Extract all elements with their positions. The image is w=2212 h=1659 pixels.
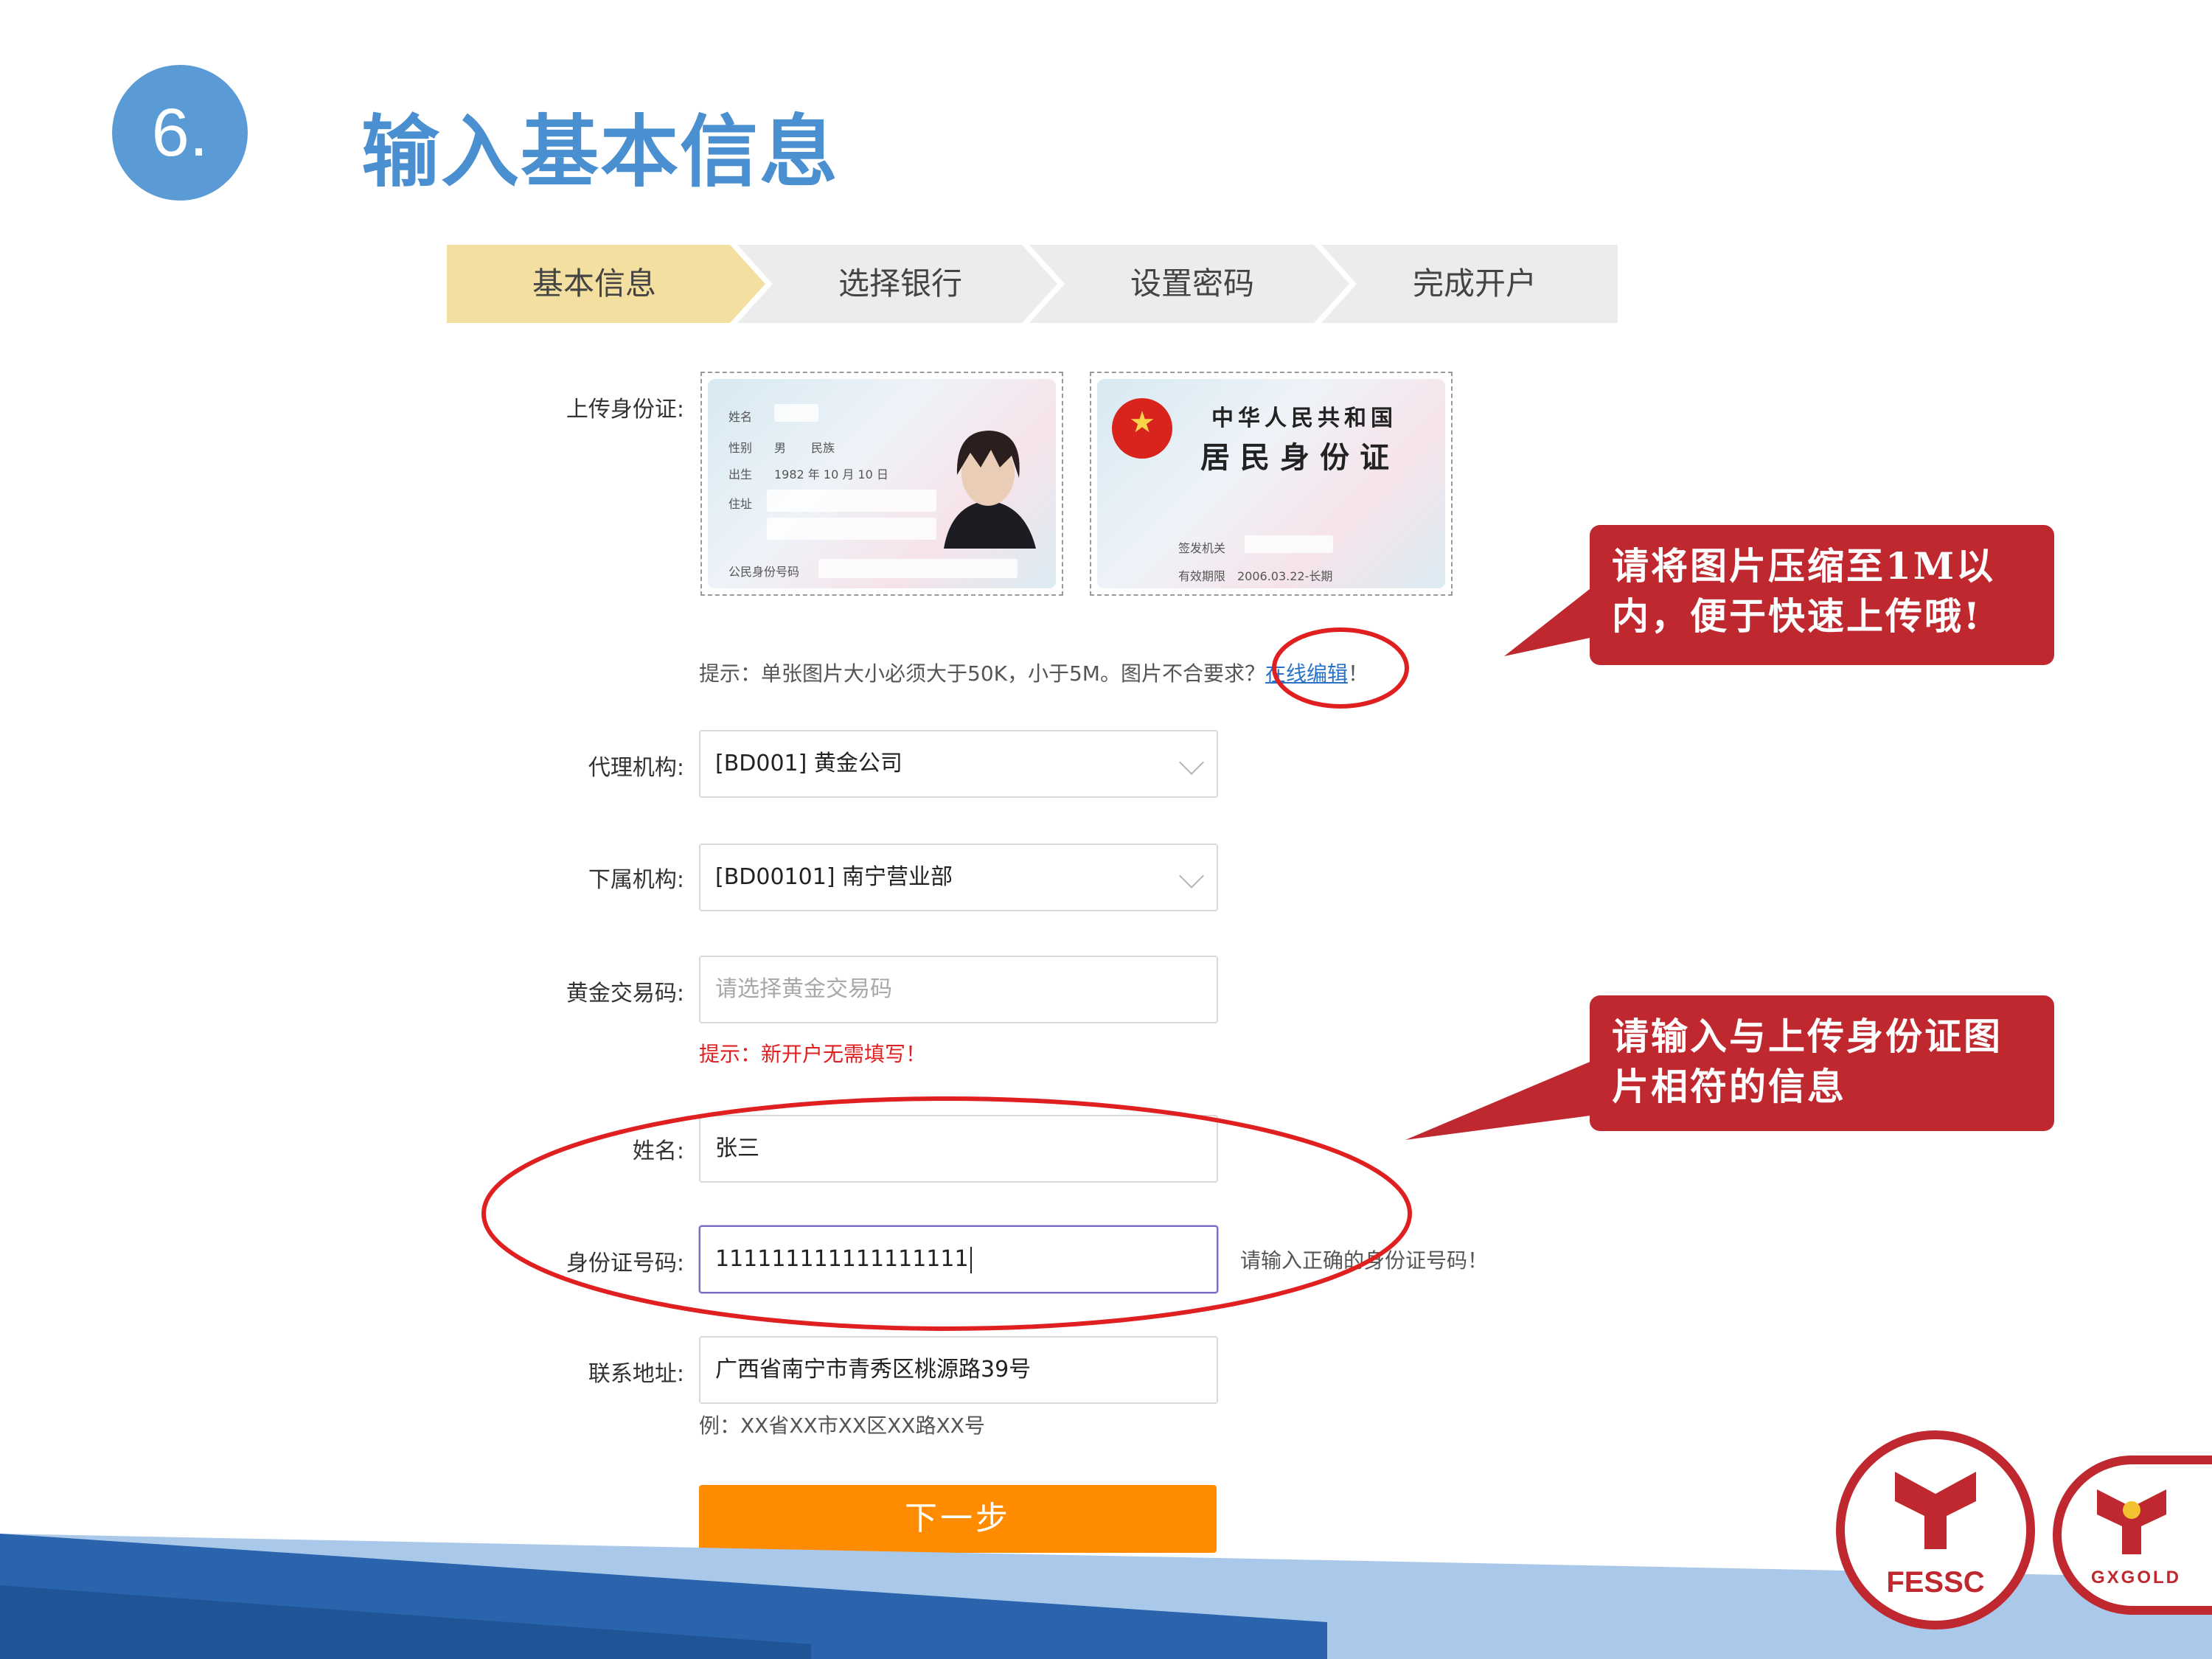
fessc-logo: FESSC <box>1836 1430 2035 1630</box>
fessc-logo-text: FESSC <box>1886 1566 1985 1599</box>
gxgold-logo: GXGOLD <box>2053 1455 2212 1615</box>
upload-size-callout: 请将图片压缩至1M以内，便于快速上传哦! <box>1590 525 2054 665</box>
fessc-mark-icon <box>1895 1472 1976 1549</box>
matching-info-callout: 请输入与上传身份证图片相符的信息 <box>1590 995 2054 1131</box>
gxgold-logo-text: GXGOLD <box>2091 1568 2182 1587</box>
gxgold-mark-icon <box>2097 1489 2166 1554</box>
online-edit-highlight-ellipse <box>1272 627 1409 709</box>
annotation-overlay <box>481 575 1607 1331</box>
identity-fields-highlight-ellipse <box>481 1096 1412 1331</box>
info-callout-tail <box>1405 1054 1607 1140</box>
